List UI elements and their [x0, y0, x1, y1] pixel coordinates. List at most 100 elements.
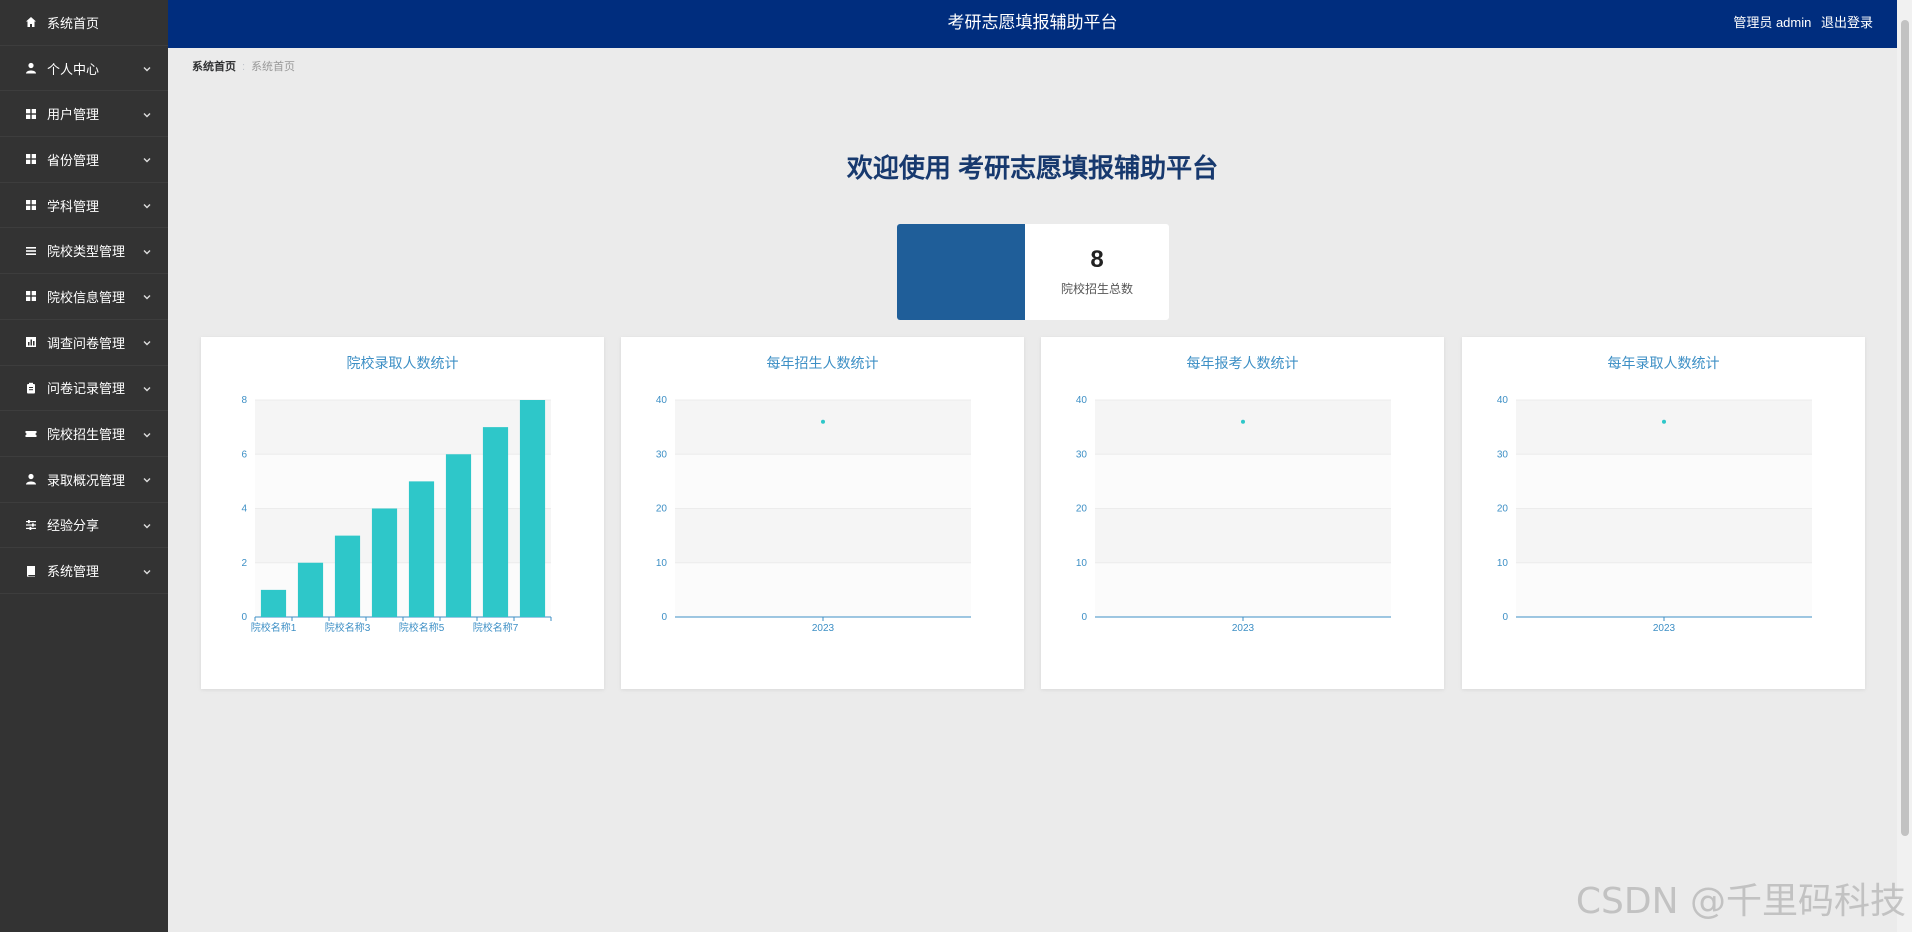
- x-tick-label: 院校名称5: [399, 621, 445, 634]
- stat-value: 8: [1090, 246, 1104, 273]
- grid-band: [1516, 562, 1812, 617]
- sidebar-item[interactable]: 院校招生管理: [0, 411, 168, 457]
- grid-band: [675, 562, 971, 617]
- scrollbar-thumb[interactable]: [1901, 20, 1909, 836]
- sidebar-item[interactable]: 经验分享: [0, 503, 168, 549]
- bar: [260, 589, 287, 617]
- grid-band: [1516, 508, 1812, 563]
- sidebar-item[interactable]: 院校类型管理: [0, 228, 168, 275]
- chart-card-enrollment-per-year: 每年招生人数统计 0 10 20 30 40 2023: [621, 337, 1024, 689]
- grid-band: [675, 508, 971, 563]
- grid-icon: [24, 107, 38, 121]
- page-scrollbar[interactable]: [1897, 0, 1912, 932]
- breadcrumb-current: 系统首页: [251, 61, 296, 73]
- sidebar-item[interactable]: 用户管理: [0, 91, 168, 138]
- grid-band: [1095, 562, 1391, 617]
- sidebar-item[interactable]: 系统管理: [0, 548, 168, 594]
- sidebar-item[interactable]: 学科管理: [0, 183, 168, 229]
- chevron-down-icon: [142, 473, 152, 483]
- y-tick-label: 2: [241, 558, 247, 569]
- stat-color-block: [897, 224, 1025, 320]
- sidebar-item-label: 院校信息管理: [47, 289, 126, 305]
- y-tick-label: 10: [1497, 558, 1509, 569]
- sidebar-item[interactable]: 个人中心: [0, 46, 168, 92]
- breadcrumb-home[interactable]: 系统首页: [192, 61, 236, 73]
- grid-icon: [24, 289, 38, 303]
- x-tick-label: 2023: [1653, 623, 1676, 634]
- bar: [482, 427, 509, 617]
- sidebar-item[interactable]: 录取概况管理: [0, 457, 168, 503]
- y-tick-label: 20: [1497, 504, 1509, 515]
- sidebar-item[interactable]: 系统首页: [0, 0, 168, 46]
- home-icon: [24, 15, 38, 29]
- bar: [334, 535, 361, 617]
- scatter-chart: 0 10 20 30 40 2023: [1076, 395, 1391, 634]
- y-tick-label: 10: [656, 558, 668, 569]
- sidebar-item-label: 录取概况管理: [47, 472, 126, 488]
- sidebar: 系统首页个人中心用户管理 省份管理学科管理院校类型管理 院校信息管理调查问卷管理 问卷…: [0, 0, 168, 932]
- grid-band: [1516, 400, 1812, 455]
- stat-card: 8 院校招生总数: [897, 224, 1169, 320]
- sidebar-item-label: 院校类型管理: [47, 244, 126, 260]
- logout-button[interactable]: 退出登录: [1821, 15, 1873, 30]
- sidebar-item[interactable]: 院校信息管理: [0, 274, 168, 320]
- bar: [371, 508, 398, 617]
- y-tick-label: 0: [661, 612, 667, 623]
- grid-band: [675, 400, 971, 455]
- sidebar-item-label: 系统管理: [47, 564, 100, 580]
- chevron-down-icon: [142, 153, 152, 163]
- chevron-down-icon: [142, 382, 152, 392]
- watermark: CSDN @千里码科技: [1575, 881, 1906, 922]
- scatter-chart: 0 10 20 30 40 2023: [1497, 395, 1812, 634]
- y-tick-label: 40: [656, 395, 668, 406]
- y-tick-label: 30: [1497, 449, 1509, 460]
- chevron-down-icon: [142, 245, 152, 255]
- sidebar-item-label: 系统首页: [47, 15, 100, 31]
- sidebar-item[interactable]: 省份管理: [0, 137, 168, 183]
- y-tick-label: 8: [241, 395, 247, 406]
- chevron-down-icon: [142, 519, 152, 529]
- list-icon: [24, 244, 38, 258]
- data-point: [1241, 419, 1245, 424]
- y-tick-label: 6: [241, 449, 247, 460]
- header: 考研志愿填报辅助平台 管理员 admin 退出登录: [168, 0, 1897, 48]
- chart-card-applicants-per-year: 每年报考人数统计 0 10 20 30 40 2023: [1041, 337, 1444, 689]
- grid-band: [1516, 454, 1812, 509]
- chart-card-admitted-per-year: 每年录取人数统计 0 10 20 30 40 2023: [1462, 337, 1865, 689]
- grid-band: [1095, 400, 1391, 455]
- app-title: 考研志愿填报辅助平台: [947, 13, 1118, 32]
- y-tick-label: 20: [656, 504, 668, 515]
- stat-label: 院校招生总数: [1060, 282, 1133, 296]
- ticket-icon: [24, 427, 38, 441]
- chart-icon: [24, 335, 38, 349]
- user-area: 管理员 admin 退出登录: [1727, 0, 1873, 46]
- chart-card-admissions-by-school: 院校录取人数统计 0 2 4 6 8 院校名称1 院校名称3 院校名称5 院校名称7: [201, 337, 604, 689]
- chevron-down-icon: [142, 565, 152, 575]
- bar: [297, 562, 324, 617]
- user-icon: [24, 472, 38, 486]
- sidebar-item-label: 经验分享: [47, 518, 100, 534]
- y-tick-label: 0: [1081, 612, 1087, 623]
- x-tick-label: 2023: [812, 623, 835, 634]
- sidebar-item[interactable]: 调查问卷管理: [0, 320, 168, 366]
- y-tick-label: 10: [1076, 558, 1088, 569]
- sidebar-item-label: 个人中心: [47, 61, 100, 77]
- sidebar-item-label: 学科管理: [47, 198, 100, 214]
- y-tick-label: 40: [1076, 395, 1088, 406]
- breadcrumb-separator: :: [242, 61, 246, 73]
- chevron-down-icon: [142, 108, 152, 118]
- user-icon: [24, 61, 38, 75]
- chevron-down-icon: [142, 199, 152, 209]
- bar: [445, 454, 472, 617]
- breadcrumb: 系统首页: 系统首页: [192, 58, 295, 74]
- bar: [519, 400, 546, 617]
- y-tick-label: 30: [656, 449, 668, 460]
- chevron-down-icon: [142, 428, 152, 438]
- scatter-chart: 0 10 20 30 40 2023: [656, 395, 971, 634]
- y-tick-label: 20: [1076, 504, 1088, 515]
- data-point: [821, 419, 825, 424]
- sidebar-item[interactable]: 问卷记录管理: [0, 366, 168, 412]
- grid-band: [1095, 454, 1391, 509]
- bar: [408, 481, 435, 617]
- y-tick-label: 0: [241, 612, 247, 623]
